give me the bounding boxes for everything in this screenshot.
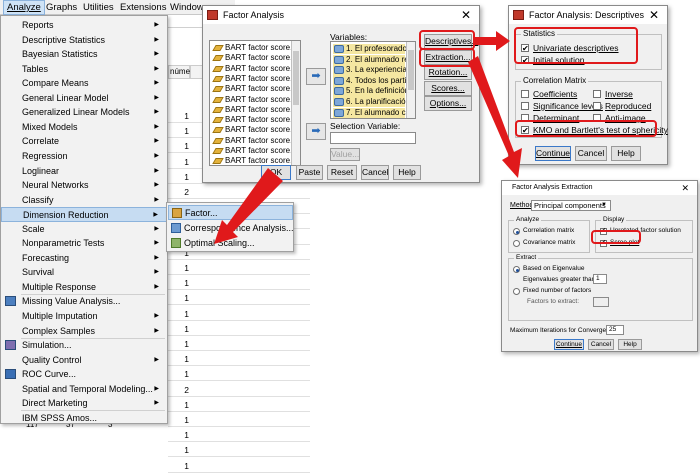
cell-value[interactable]: 1 xyxy=(165,461,189,471)
arrow-to-factor xyxy=(214,168,283,244)
grid-line xyxy=(168,441,310,443)
annotation-arrows xyxy=(214,31,522,244)
grid-line xyxy=(168,456,310,458)
grid-line xyxy=(168,471,310,473)
arrow-to-extraction xyxy=(468,56,522,178)
arrow-to-descriptives xyxy=(474,31,510,51)
cell-value[interactable]: 1 xyxy=(165,430,189,440)
cell-value[interactable]: 1 xyxy=(165,445,189,455)
